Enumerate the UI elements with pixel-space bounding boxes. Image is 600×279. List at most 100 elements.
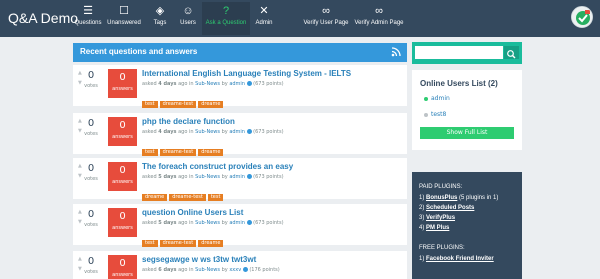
tag[interactable]: dreame (142, 194, 168, 201)
plugin-item: 3) VerifyPlus (419, 215, 456, 221)
tag[interactable]: test (142, 101, 158, 108)
category-link[interactable]: Sub-News (195, 220, 220, 226)
nav-label: Unanswered (107, 20, 141, 26)
plugin-link[interactable]: BonusPlus (426, 195, 457, 201)
verified-icon (246, 220, 252, 225)
plugin-link[interactable]: Facebook Friend Inviter (426, 256, 494, 262)
plugin-link[interactable]: Scheduled Posts (426, 205, 474, 211)
category-link[interactable]: Sub-News (195, 81, 220, 87)
user-link[interactable]: xxxv (229, 267, 241, 273)
question-meta: asked 5 days ago in Sub-News by admin (6… (142, 174, 284, 180)
nav-questions[interactable]: ☰ Questions (71, 2, 105, 35)
paid-plugins-heading: PAID PLUGINS: (419, 184, 463, 190)
online-status-icon (424, 112, 428, 117)
category-link[interactable]: Sub-News (195, 174, 220, 180)
question-title[interactable]: segsegawge w ws t3tw twt3wt (142, 255, 256, 264)
verified-icon (246, 174, 252, 179)
tag-list: test dreame-test dreame (142, 138, 225, 157)
search-input[interactable] (415, 46, 503, 59)
top-navbar: Q&A Demo ☰ Questions ☐ Unanswered ◈ Tags… (0, 0, 600, 37)
question-title[interactable]: The foreach construct provides an easy (142, 162, 293, 171)
user-avatar[interactable] (571, 6, 593, 28)
tag[interactable]: dreame (198, 240, 224, 247)
tag[interactable]: dreame-test (159, 149, 197, 156)
avatar-image (572, 7, 592, 27)
nav-tags[interactable]: ◈ Tags (149, 2, 171, 35)
nav-label: Verify Admin Page (354, 20, 404, 26)
category-link[interactable]: Sub-News (195, 267, 220, 273)
search-box (412, 42, 522, 64)
infinity-icon: ∞ (322, 5, 330, 17)
tag[interactable]: dreame-test (159, 101, 197, 108)
tools-icon: ✕ (259, 5, 269, 17)
nav-label: Users (180, 20, 196, 26)
verified-icon (246, 81, 252, 86)
vote-count: ▲ ▼ 0 votes (77, 162, 105, 192)
tag[interactable]: test (142, 240, 158, 247)
answer-count: 0 answers (108, 69, 137, 98)
tag[interactable]: dreame-test (169, 194, 206, 201)
plugin-link[interactable]: VerifyPlus (426, 215, 455, 221)
plugin-item: 1) Facebook Friend Inviter (419, 256, 494, 262)
vote-count: ▲ ▼ 0 votes (77, 208, 105, 238)
answer-count: 0 answers (108, 208, 137, 237)
nav-verify-admin[interactable]: ∞ Verify Admin Page (351, 2, 407, 35)
vote-down-icon[interactable]: ▼ (78, 220, 82, 225)
nav-label: Tags (153, 20, 167, 26)
show-full-list-button[interactable]: Show Full List (420, 127, 514, 139)
vote-down-icon[interactable]: ▼ (78, 129, 82, 134)
nav-label: Ask a Question (205, 20, 247, 26)
online-user[interactable]: admin (424, 95, 450, 102)
question-meta: asked 4 days ago in Sub-News by admin (6… (142, 81, 284, 87)
question-title[interactable]: question Online Users List (142, 208, 243, 217)
page-title: Recent questions and answers (80, 47, 198, 56)
nav-admin[interactable]: ✕ Admin (252, 2, 276, 35)
site-logo[interactable]: Q&A Demo (8, 10, 78, 26)
tag[interactable]: dreame (198, 149, 224, 156)
online-user[interactable]: test8 (424, 111, 446, 118)
nav-users[interactable]: ☺ Users (176, 2, 200, 35)
question-meta: asked 6 days ago in Sub-News by xxxv (17… (142, 267, 280, 273)
answer-count: 0 answers (108, 117, 137, 146)
recent-questions-header: Recent questions and answers (73, 43, 407, 62)
plugin-item: 4) PM Plus (419, 225, 450, 231)
vote-down-icon[interactable]: ▼ (78, 81, 82, 86)
question-meta: asked 4 days ago in Sub-News by admin (6… (142, 129, 284, 135)
vote-up-icon[interactable]: ▲ (78, 71, 82, 76)
category-link[interactable]: Sub-News (195, 129, 220, 135)
vote-up-icon[interactable]: ▲ (78, 210, 82, 215)
answers-number: 0 (119, 258, 126, 269)
search-button[interactable] (504, 46, 519, 59)
answer-count: 0 answers (108, 162, 137, 191)
question-icon: ? (222, 5, 230, 17)
answers-label: answers (112, 86, 133, 92)
tag[interactable]: dreame (198, 101, 224, 108)
tag[interactable]: test (207, 194, 224, 201)
vote-up-icon[interactable]: ▲ (78, 257, 82, 262)
online-users-panel: Online Users List (2) admin test8 Show F… (412, 70, 522, 150)
nav-ask-question[interactable]: ? Ask a Question (202, 2, 250, 35)
user-link[interactable]: admin (229, 174, 245, 180)
vote-down-icon[interactable]: ▼ (78, 174, 82, 179)
online-user-name: test8 (431, 111, 447, 118)
nav-verify-user[interactable]: ∞ Verify User Page (302, 2, 350, 35)
question-title[interactable]: International English Language Testing S… (142, 69, 351, 78)
user-link[interactable]: admin (229, 81, 245, 87)
unanswered-icon: ☐ (119, 5, 129, 17)
vote-down-icon[interactable]: ▼ (78, 267, 82, 272)
plugin-link[interactable]: PM Plus (426, 225, 449, 231)
tag-list: test dreame-test dreame (142, 229, 225, 248)
vote-up-icon[interactable]: ▲ (78, 164, 82, 169)
question-title[interactable]: php the declare function (142, 117, 235, 126)
tag[interactable]: dreame-test (159, 240, 197, 247)
list-icon: ☰ (83, 5, 93, 17)
answers-label: answers (112, 225, 133, 231)
user-link[interactable]: admin (229, 220, 245, 226)
question-item: ▲ ▼ 0 votes 0 answers The foreach constr… (73, 158, 407, 201)
user-link[interactable]: admin (229, 129, 245, 135)
tag-list: test dreame-test dreame (142, 90, 225, 109)
rss-icon[interactable] (391, 47, 401, 57)
nav-unanswered[interactable]: ☐ Unanswered (106, 2, 142, 35)
tag[interactable]: test (142, 149, 158, 156)
vote-up-icon[interactable]: ▲ (78, 119, 82, 124)
